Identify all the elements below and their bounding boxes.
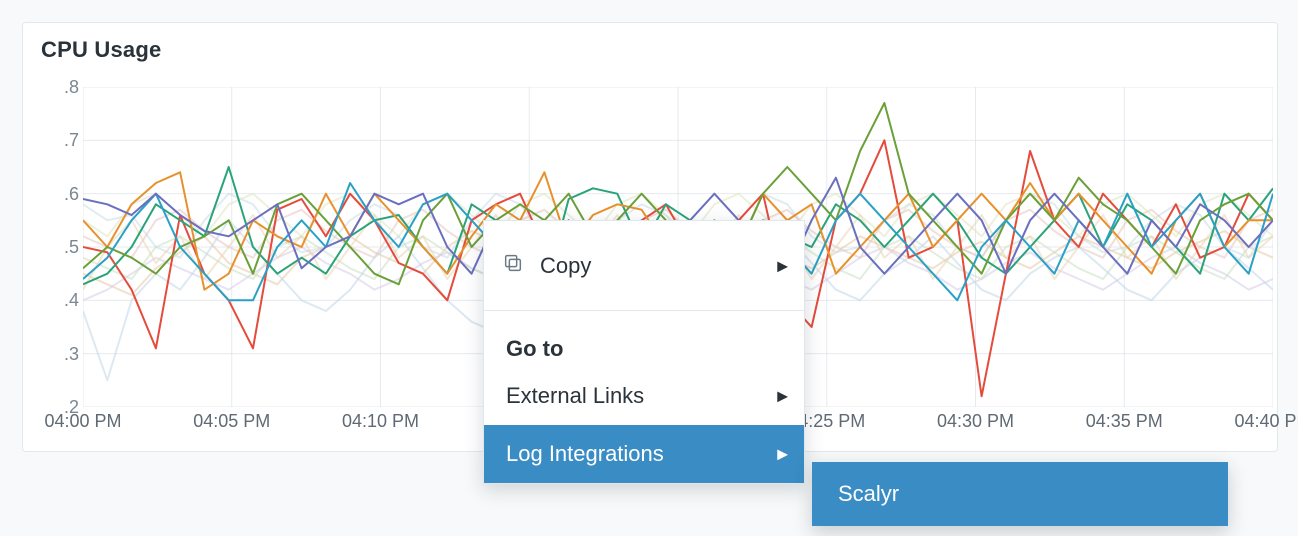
submenu-item-label: Scalyr <box>838 481 899 507</box>
panel-title: CPU Usage <box>41 37 161 63</box>
y-axis-tick: .5 <box>39 237 79 258</box>
x-axis-tick: 04:40 PM <box>1223 411 1298 432</box>
x-axis-tick: 04:05 PM <box>182 411 282 432</box>
submenu-item-scalyr[interactable]: Scalyr <box>812 462 1228 526</box>
x-axis-tick: 04:30 PM <box>926 411 1026 432</box>
menu-item-external-links[interactable]: External Links ▶ <box>484 367 804 425</box>
y-axis-tick: .6 <box>39 184 79 205</box>
copy-icon <box>502 252 524 280</box>
chevron-right-icon: ▶ <box>777 257 788 274</box>
menu-item-copy[interactable]: Copy ▶ <box>484 221 804 311</box>
x-axis-tick: 04:00 PM <box>33 411 133 432</box>
y-axis-tick: .3 <box>39 344 79 365</box>
submenu-log-integrations: Scalyr <box>812 462 1228 526</box>
chevron-right-icon: ▶ <box>777 388 788 405</box>
y-axis-tick: .8 <box>39 77 79 98</box>
menu-section-go-to: Go to <box>484 311 804 367</box>
chevron-right-icon: ▶ <box>777 446 788 463</box>
context-menu: Copy ▶ Go to External Links ▶ Log Integr… <box>483 220 805 484</box>
x-axis-tick: 04:10 PM <box>331 411 431 432</box>
y-axis-tick: .4 <box>39 290 79 311</box>
menu-item-label: External Links <box>506 383 644 409</box>
menu-item-label: Log Integrations <box>506 441 664 467</box>
x-axis-tick: 04:35 PM <box>1074 411 1174 432</box>
menu-item-log-integrations[interactable]: Log Integrations ▶ <box>484 425 804 483</box>
y-axis-tick: .7 <box>39 130 79 151</box>
menu-item-label: Copy <box>540 253 591 279</box>
